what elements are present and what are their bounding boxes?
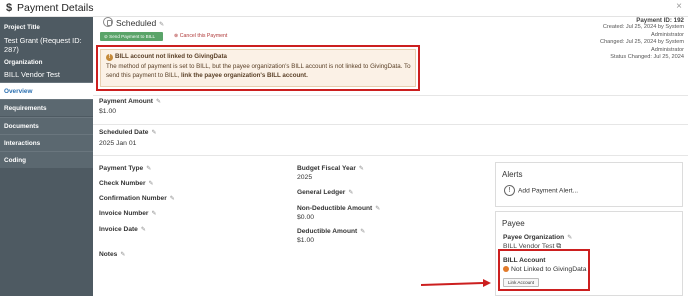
invoice-number-label: Invoice Number ✎ — [99, 210, 157, 217]
payment-status[interactable]: Scheduled ✎ — [116, 18, 164, 28]
add-payment-alert-button[interactable]: ! Add Payment Alert... — [504, 185, 578, 196]
edit-icon[interactable]: ✎ — [151, 211, 156, 217]
edit-icon[interactable]: ✎ — [146, 166, 151, 172]
alerts-card: Alerts ! Add Payment Alert... — [495, 162, 683, 207]
alert-icon: ! — [504, 185, 515, 196]
status-dot-icon — [503, 266, 509, 273]
scheduled-date-label: Scheduled Date ✎ — [99, 129, 157, 136]
alerts-card-title: Alerts — [502, 170, 523, 179]
check-number-label: Check Number ✎ — [99, 180, 154, 187]
confirmation-number-label: Confirmation Number ✎ — [99, 195, 175, 202]
edit-icon[interactable]: ✎ — [360, 229, 365, 235]
main-content: Scheduled ✎ ⊘ Send Payment to BILL ⊗ Canc… — [93, 17, 688, 296]
divider — [93, 124, 688, 125]
notes-label: Notes ✎ — [99, 251, 126, 258]
divider — [93, 155, 688, 156]
non-deductible-label: Non-Deductible Amount ✎ — [297, 205, 381, 212]
cancel-payment-link[interactable]: ⊗ Cancel this Payment — [174, 33, 227, 39]
sidebar: Project Title Test Grant (Request ID: 28… — [0, 17, 93, 296]
edit-icon[interactable]: ✎ — [159, 22, 164, 28]
created-info: Created: Jul 25, 2024 by System Administ… — [602, 24, 684, 38]
bill-account-label: BILL Account — [503, 257, 546, 264]
alert-title: BILL account not linked to GivingData — [115, 53, 227, 60]
edit-icon[interactable]: ✎ — [359, 166, 364, 172]
divider — [93, 95, 688, 96]
dollar-icon: $ — [6, 2, 13, 14]
link-bill-account-link[interactable]: link the payee organization's BILL accou… — [181, 72, 308, 79]
budget-fiscal-year-label: Budget Fiscal Year ✎ — [297, 165, 364, 172]
nav-documents[interactable]: Documents — [0, 117, 93, 134]
organization-value: BILL Vendor Test — [4, 70, 60, 79]
edit-icon[interactable]: ✎ — [156, 99, 161, 105]
bill-warning-alert: ! BILL account not linked to GivingData T… — [100, 49, 416, 87]
window-title-bar: $ Payment Details × — [0, 0, 688, 17]
payment-amount-value: $1.00 — [99, 108, 117, 115]
changed-info: Changed: Jul 25, 2024 by System Administ… — [600, 39, 684, 53]
edit-icon[interactable]: ✎ — [141, 227, 146, 233]
highlight-box-alert: ! BILL account not linked to GivingData T… — [96, 45, 420, 91]
edit-icon[interactable]: ✎ — [120, 252, 125, 258]
status-changed-info: Status Changed: Jul 25, 2024 — [610, 54, 684, 61]
payment-amount-label: Payment Amount ✎ — [99, 98, 162, 105]
annotation-arrow — [421, 279, 491, 287]
payment-metadata: Payment ID: 192 Created: Jul 25, 2024 by… — [574, 17, 684, 61]
nav-coding[interactable]: Coding — [0, 151, 93, 168]
status-icon — [103, 17, 113, 27]
send-to-bill-button[interactable]: ⊘ Send Payment to BILL — [100, 32, 163, 41]
payee-organization-label: Payee Organization ✎ — [503, 234, 573, 241]
edit-icon[interactable]: ✎ — [170, 196, 175, 202]
general-ledger-label: General Ledger ✎ — [297, 189, 354, 196]
nav-requirements[interactable]: Requirements — [0, 99, 93, 116]
invoice-date-label: Invoice Date ✎ — [99, 226, 146, 233]
link-account-button[interactable]: Link Account — [503, 278, 539, 287]
nav-overview[interactable]: Overview — [0, 82, 93, 99]
project-title-label: Project Title — [4, 24, 40, 31]
close-icon[interactable]: × — [676, 1, 682, 12]
edit-icon[interactable]: ✎ — [348, 190, 353, 196]
edit-icon[interactable]: ✎ — [151, 130, 156, 136]
window-title: Payment Details — [17, 2, 94, 14]
budget-fiscal-year-value: 2025 — [297, 174, 313, 181]
scheduled-date-value: 2025 Jan 01 — [99, 140, 137, 147]
warning-icon: ! — [106, 54, 113, 61]
nav-interactions[interactable]: Interactions — [0, 134, 93, 151]
organization-label: Organization — [4, 59, 43, 66]
edit-icon[interactable]: ✎ — [375, 206, 380, 212]
deductible-label: Deductible Amount ✎ — [297, 228, 366, 235]
payee-card-title: Payee — [502, 219, 525, 228]
payment-type-label: Payment Type ✎ — [99, 165, 152, 172]
payment-id: Payment ID: 192 — [636, 17, 684, 24]
edit-icon[interactable]: ✎ — [567, 235, 572, 241]
bill-account-status: Not Linked to GivingData — [503, 266, 587, 273]
deductible-value: $1.00 — [297, 237, 315, 244]
non-deductible-value: $0.00 — [297, 214, 315, 221]
project-title-value: Test Grant (Request ID: 287) — [4, 36, 82, 54]
highlight-box-bill-account: BILL Account Not Linked to GivingData Li… — [498, 249, 590, 291]
edit-icon[interactable]: ✎ — [149, 181, 154, 187]
